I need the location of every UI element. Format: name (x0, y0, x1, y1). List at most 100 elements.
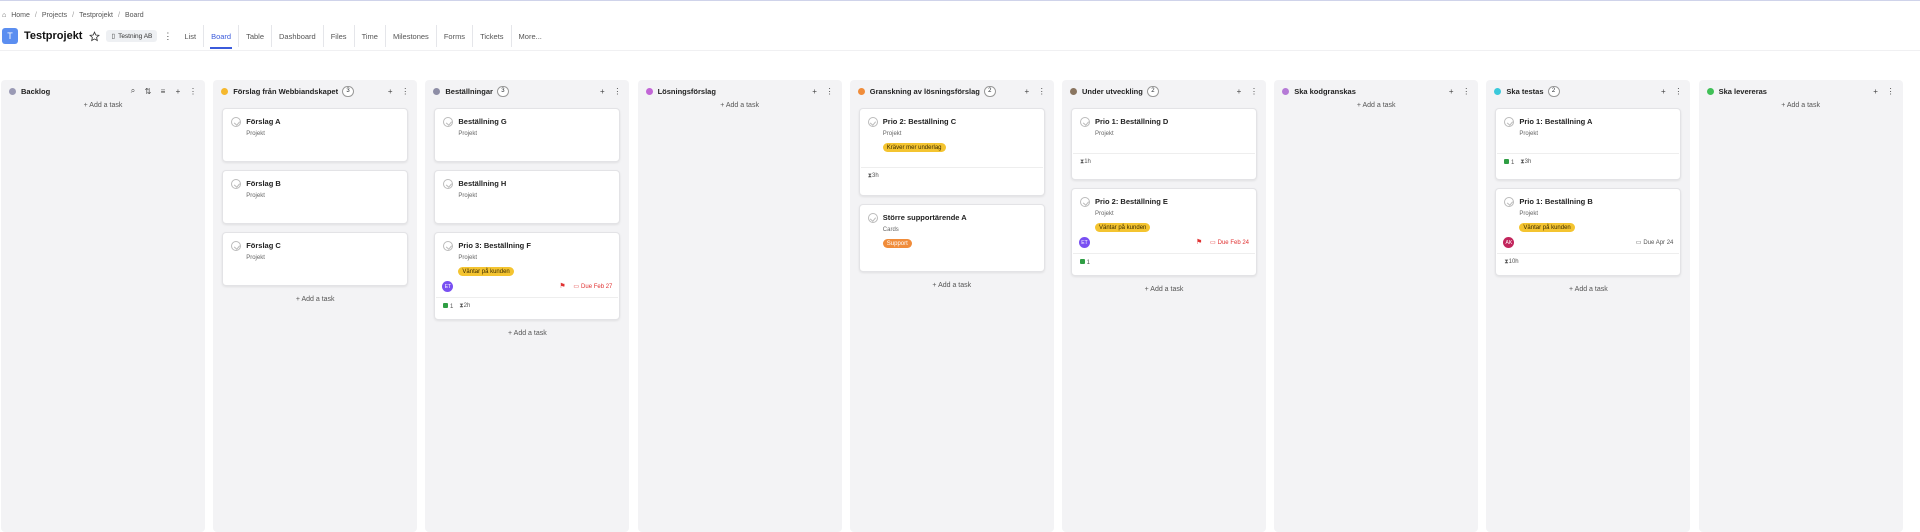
project-avatar[interactable]: T (2, 28, 18, 44)
tab-dashboard[interactable]: Dashboard (271, 25, 323, 47)
complete-checkbox-icon[interactable] (231, 241, 242, 251)
company-badge[interactable]: ▯ Testning AB (106, 30, 158, 42)
task-label[interactable]: Väntar på kunden (1095, 223, 1151, 232)
plus-icon[interactable]: + (1023, 87, 1031, 96)
complete-checkbox-icon[interactable] (1504, 117, 1515, 127)
tab-list[interactable]: List (177, 25, 203, 47)
task-card[interactable]: Förslag C Projekt (222, 232, 409, 286)
more-icon[interactable]: ⋮ (1038, 87, 1046, 96)
task-card[interactable]: Större supportärende A Cards Support (858, 204, 1045, 272)
breadcrumb-home[interactable]: Home (11, 12, 30, 19)
add-task-button[interactable]: + Add a task (213, 296, 417, 303)
complete-checkbox-icon[interactable] (1504, 197, 1515, 207)
comment-count[interactable]: 1 (443, 303, 453, 310)
filter-icon[interactable]: ≡ (159, 87, 167, 96)
add-task-button[interactable]: + Add a task (425, 330, 629, 337)
task-title[interactable]: Förslag B (246, 179, 281, 188)
more-icon[interactable]: ⋮ (189, 87, 197, 96)
tab-forms[interactable]: Forms (435, 25, 472, 47)
plus-icon[interactable]: + (1872, 87, 1880, 96)
assignee-avatar[interactable]: ET (442, 281, 454, 292)
add-task-button[interactable]: + Add a task (638, 102, 842, 109)
task-label[interactable]: Väntar på kunden (458, 267, 514, 276)
task-card[interactable]: Beställning G Projekt (434, 108, 621, 162)
more-icon[interactable]: ⋮ (613, 87, 621, 96)
tab-files[interactable]: Files (322, 25, 354, 47)
due-date[interactable]: ▭ Due Feb 27 (573, 283, 612, 291)
plus-icon[interactable]: + (1447, 87, 1455, 96)
task-title[interactable]: Prio 2: Beställning C (883, 117, 956, 126)
task-label[interactable]: Support (882, 239, 912, 248)
task-card[interactable]: Prio 2: Beställning E Projekt Väntar på ku… (1071, 188, 1257, 276)
tab-more[interactable]: More... (510, 25, 549, 47)
task-title[interactable]: Prio 2: Beställning E (1095, 197, 1168, 206)
add-task-button[interactable]: + Add a task (1274, 102, 1478, 109)
breadcrumb-board[interactable]: Board (125, 12, 144, 19)
tab-board[interactable]: Board (203, 25, 238, 49)
task-title[interactable]: Beställning H (458, 179, 506, 188)
more-icon[interactable]: ⋮ (1250, 87, 1258, 96)
plus-icon[interactable]: + (598, 87, 606, 96)
star-icon[interactable] (89, 30, 101, 42)
comment-count[interactable]: 1 (1504, 159, 1514, 166)
more-icon[interactable]: ⋮ (163, 31, 172, 42)
task-card[interactable]: Prio 1: Beställning D Projekt ⧗1h (1071, 108, 1257, 180)
task-meta: 1 ⧗2h (443, 303, 470, 310)
breadcrumb-projects[interactable]: Projects (42, 12, 67, 19)
complete-checkbox-icon[interactable] (867, 213, 878, 223)
search-icon[interactable]: ⌕ (129, 86, 137, 96)
task-title[interactable]: Större supportärende A (883, 213, 967, 222)
add-task-button[interactable]: + Add a task (1062, 286, 1266, 293)
more-icon[interactable]: ⋮ (1462, 87, 1470, 96)
complete-checkbox-icon[interactable] (231, 117, 242, 127)
complete-checkbox-icon[interactable] (867, 117, 878, 127)
task-title[interactable]: Förslag C (246, 241, 281, 250)
complete-checkbox-icon[interactable] (231, 179, 242, 189)
task-card[interactable]: Förslag A Projekt (222, 108, 409, 162)
complete-checkbox-icon[interactable] (443, 179, 454, 189)
sort-icon[interactable]: ⇅ (144, 87, 152, 96)
complete-checkbox-icon[interactable] (1080, 117, 1090, 127)
task-label[interactable]: Kräver mer underlag (882, 143, 946, 152)
breadcrumb-project[interactable]: Testprojekt (79, 12, 113, 19)
task-card[interactable]: Prio 2: Beställning C Projekt Kräver mer u… (858, 108, 1045, 196)
complete-checkbox-icon[interactable] (1080, 197, 1090, 207)
task-card[interactable]: Prio 3: Beställning F Projekt Väntar på ku… (434, 232, 621, 320)
task-card[interactable]: Förslag B Projekt (222, 170, 409, 224)
plus-icon[interactable]: + (811, 87, 819, 96)
task-title[interactable]: Prio 1: Beställning A (1519, 117, 1592, 126)
task-card[interactable]: Prio 1: Beställning A Projekt 1 ⧗3h (1495, 108, 1682, 180)
tab-table[interactable]: Table (238, 25, 271, 47)
home-icon[interactable]: ⌂ (2, 12, 6, 19)
tab-tickets[interactable]: Tickets (472, 25, 510, 47)
plus-icon[interactable]: + (174, 87, 182, 96)
more-icon[interactable]: ⋮ (401, 87, 409, 96)
task-title[interactable]: Prio 1: Beställning B (1519, 197, 1592, 206)
plus-icon[interactable]: + (1235, 87, 1243, 96)
task-title[interactable]: Förslag A (246, 117, 280, 126)
add-task-button[interactable]: + Add a task (850, 282, 1054, 289)
add-task-button[interactable]: + Add a task (1486, 286, 1690, 293)
plus-icon[interactable]: + (1659, 87, 1667, 96)
due-date[interactable]: ▭ Due Feb 24 (1210, 239, 1249, 247)
tab-time[interactable]: Time (353, 25, 385, 47)
comment-count[interactable]: 1 (1080, 259, 1090, 266)
plus-icon[interactable]: + (386, 87, 394, 96)
task-title[interactable]: Prio 1: Beställning D (1095, 117, 1168, 126)
task-card[interactable]: Prio 1: Beställning B Projekt Väntar på ku… (1495, 188, 1682, 276)
more-icon[interactable]: ⋮ (1674, 87, 1682, 96)
task-title[interactable]: Beställning G (458, 117, 506, 126)
task-title[interactable]: Prio 3: Beställning F (458, 241, 531, 250)
assignee-avatar[interactable]: ET (1079, 237, 1090, 248)
more-icon[interactable]: ⋮ (826, 87, 834, 96)
add-task-button[interactable]: + Add a task (1699, 102, 1903, 109)
assignee-avatar[interactable]: AK (1503, 237, 1515, 248)
task-label[interactable]: Väntar på kunden (1519, 223, 1575, 232)
task-card[interactable]: Beställning H Projekt (434, 170, 621, 224)
due-date[interactable]: ▭ Due Apr 24 (1636, 239, 1674, 247)
tab-milestones[interactable]: Milestones (384, 25, 436, 47)
add-task-button[interactable]: + Add a task (1, 102, 205, 109)
more-icon[interactable]: ⋮ (1887, 87, 1895, 96)
complete-checkbox-icon[interactable] (443, 241, 454, 251)
complete-checkbox-icon[interactable] (443, 117, 454, 127)
